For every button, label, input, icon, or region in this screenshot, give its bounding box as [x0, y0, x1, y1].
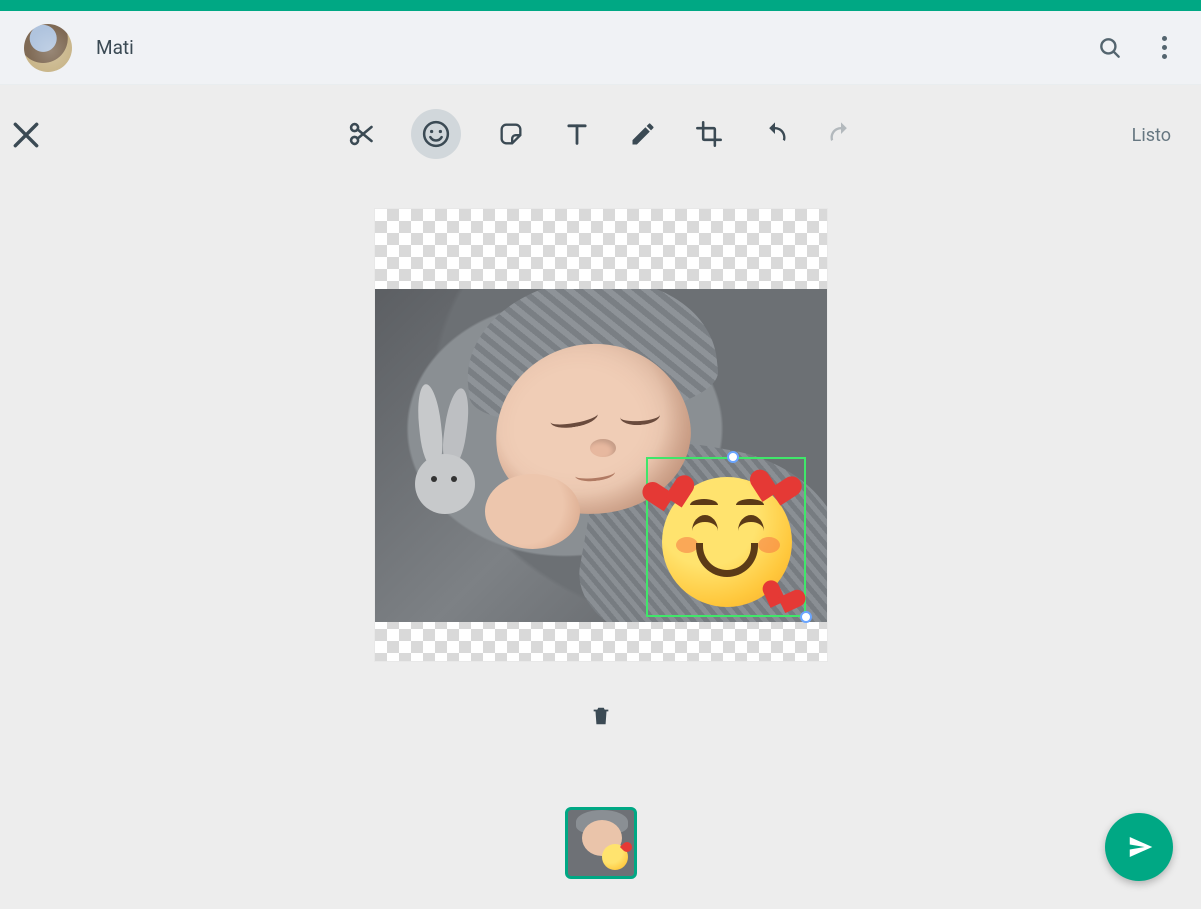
sticker-icon[interactable] — [495, 118, 527, 150]
media-thumbnail[interactable] — [565, 807, 637, 879]
redo-icon — [825, 118, 857, 150]
menu-dots-icon[interactable] — [1151, 35, 1177, 61]
emoji-overlay-selection[interactable] — [646, 457, 806, 617]
editor-canvas[interactable] — [375, 209, 827, 661]
emoji-icon[interactable] — [411, 109, 461, 159]
text-icon[interactable] — [561, 118, 593, 150]
smiling-face-with-hearts-icon[interactable] — [654, 465, 798, 609]
chat-name[interactable]: Mati — [96, 36, 134, 59]
app-accent-bar — [0, 0, 1201, 11]
image-editor: Listo — [0, 85, 1201, 909]
ready-button[interactable]: Listo — [1132, 125, 1171, 146]
undo-icon[interactable] — [759, 118, 791, 150]
avatar[interactable] — [24, 24, 72, 72]
send-button[interactable] — [1105, 813, 1173, 881]
rotate-handle[interactable] — [727, 451, 739, 463]
close-icon[interactable] — [10, 119, 42, 151]
chat-header: Mati — [0, 11, 1201, 85]
scissors-icon[interactable] — [345, 118, 377, 150]
crop-icon[interactable] — [693, 118, 725, 150]
editor-toolbar — [345, 109, 857, 159]
resize-handle[interactable] — [800, 611, 812, 623]
pencil-icon[interactable] — [627, 118, 659, 150]
search-icon[interactable] — [1097, 35, 1123, 61]
trash-icon[interactable] — [590, 703, 612, 729]
